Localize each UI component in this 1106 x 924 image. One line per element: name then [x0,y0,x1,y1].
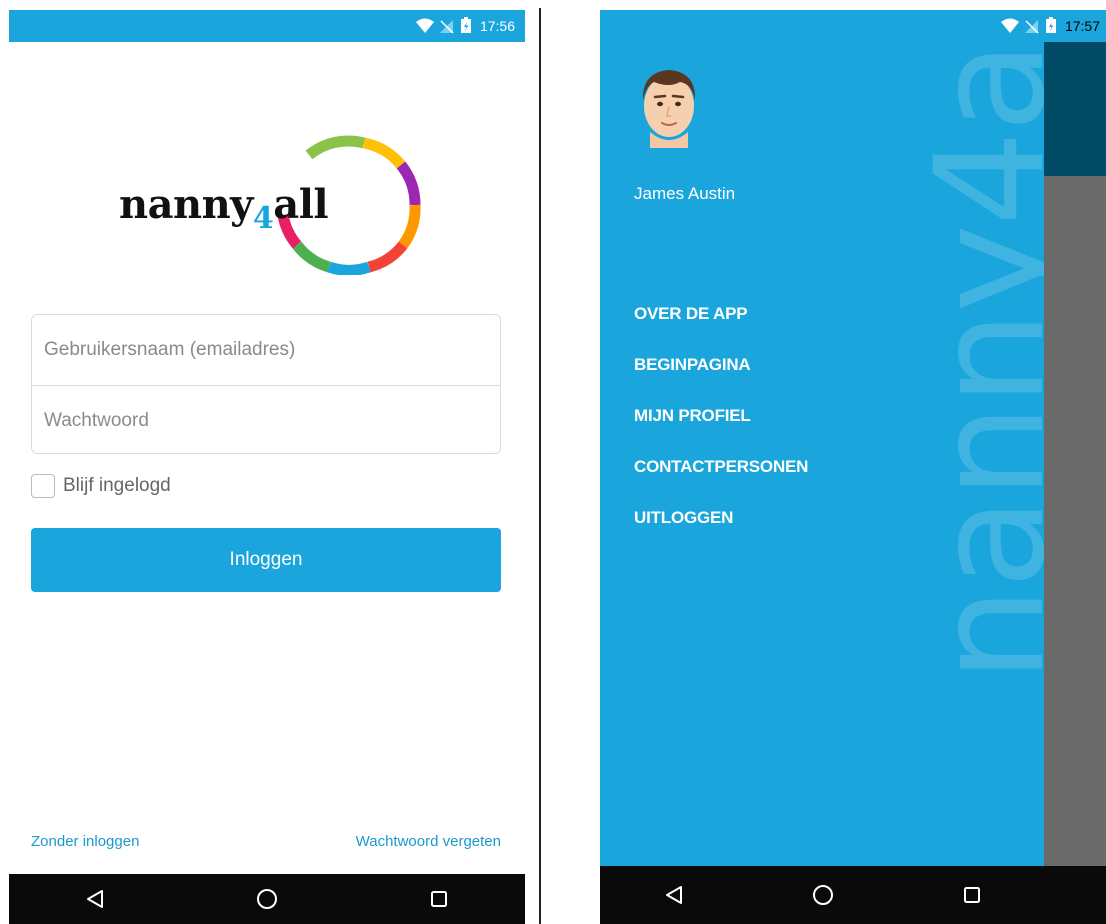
status-bar: 17:57 [600,10,1106,42]
navigation-drawer: nanny4all James Austin OVER DE APP BEGIN… [600,42,1044,876]
back-button[interactable] [654,875,694,915]
forgot-password-link[interactable]: Wachtwoord vergeten [356,833,501,850]
back-button[interactable] [75,879,115,919]
home-button[interactable] [803,875,843,915]
password-field-wrap [32,385,500,455]
wifi-icon [1000,18,1019,33]
android-nav-bar [9,874,525,924]
app-toolbar-behind-drawer [1044,42,1106,176]
back-triangle-icon [666,886,683,904]
battery-icon [1045,17,1056,33]
status-time: 17:56 [479,17,515,34]
dimmed-content-scrim[interactable] [1044,176,1106,876]
menu-item-home-page[interactable]: BEGINPAGINA [634,355,808,406]
logo-text-four: 4 [252,201,274,236]
status-icons: 17:57 [1000,17,1100,34]
user-avatar[interactable] [634,62,704,148]
drawer-menu: OVER DE APP BEGINPAGINA MIJN PROFIEL CON… [634,304,808,559]
username-field-wrap [32,315,500,385]
menu-item-contacts[interactable]: CONTACTPERSONEN [634,457,808,508]
login-screen: 17:56 nanny4all Gebruikersnaam (emailadr… [9,10,525,924]
recents-button[interactable] [952,875,992,915]
home-circle-icon [257,889,277,909]
drawer-screen: 17:57 nanny4all James Austin OVER DE APP [600,10,1106,924]
remember-me[interactable]: Blijf ingelogd [31,474,171,498]
android-nav-bar [600,866,1106,924]
user-name: James Austin [634,184,736,203]
home-button[interactable] [247,879,287,919]
login-button[interactable]: Inloggen [31,528,501,592]
back-triangle-icon [87,890,103,908]
remember-me-checkbox[interactable] [31,474,55,498]
menu-item-about-app[interactable]: OVER DE APP [634,304,808,355]
no-signal-icon [439,19,454,34]
logo-text-part1: nanny [119,181,253,228]
login-form [31,314,501,454]
menu-item-logout[interactable]: UITLOGGEN [634,508,808,559]
logo-text: nanny4all [119,181,329,236]
screenshot-divider [539,8,541,924]
recents-square-icon [963,887,980,903]
password-input[interactable] [44,409,500,432]
menu-item-my-profile[interactable]: MIJN PROFIEL [634,406,808,457]
no-signal-icon [1024,19,1039,34]
screenshot-canvas: 17:56 nanny4all Gebruikersnaam (emailadr… [0,0,1106,924]
without-login-link[interactable]: Zonder inloggen [31,833,139,850]
home-circle-icon [812,885,833,905]
drawer-watermark: nanny4all [904,42,1044,682]
username-input[interactable] [44,339,500,361]
remember-me-label: Blijf ingelogd [63,475,171,496]
nanny4all-logo: nanny4all [119,135,421,275]
status-time: 17:57 [1064,17,1100,34]
status-bar: 17:56 [9,10,525,42]
recents-button[interactable] [419,879,459,919]
wifi-icon [415,18,434,33]
logo-text-part3: all [273,181,329,228]
battery-icon [460,17,471,33]
status-icons: 17:56 [415,17,515,34]
recents-square-icon [431,891,447,907]
